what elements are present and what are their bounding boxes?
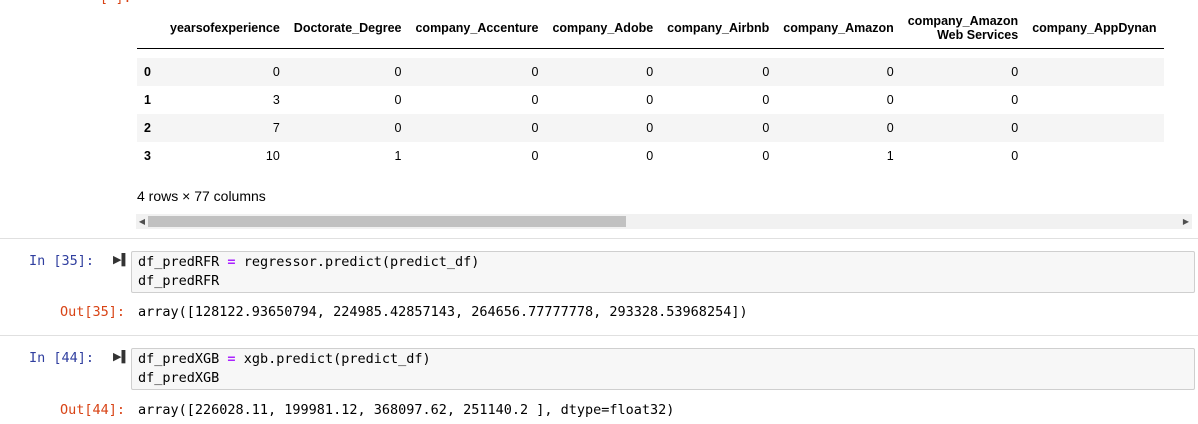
code-expression: regressor.predict(predict_df): [243, 254, 480, 270]
table-cell: 0: [1011, 120, 1019, 135]
table-cell: [1025, 114, 1163, 142]
table-cell: [1025, 86, 1163, 114]
partial-prompt: [ ]:: [100, 0, 131, 6]
table-row: 3 10 1 0 0 0 1 0: [137, 142, 1164, 170]
table-cell: 0: [531, 148, 539, 163]
table-cell: 0: [531, 92, 539, 107]
code-line: df_predXGB = xgb.predict(predict_df): [138, 350, 431, 369]
table-cell: 0: [886, 64, 894, 79]
column-header: company_Airbnb: [660, 8, 776, 49]
table-cell: 7: [272, 120, 280, 135]
table-cell: 0: [646, 92, 654, 107]
column-header: yearsofexperience: [163, 8, 287, 49]
horizontal-scrollbar[interactable]: ◀ ▶: [136, 214, 1192, 229]
table-cell: 0: [394, 92, 402, 107]
variable-name: df_predRFR: [138, 254, 220, 270]
table-cell: 0: [1011, 92, 1019, 107]
table-spacer: [137, 48, 1164, 58]
cell-separator: [0, 335, 1198, 336]
cell-output: array([226028.11, 199981.12, 368097.62, …: [138, 402, 675, 418]
column-header-text: company_Accenture: [415, 21, 539, 35]
cell-output: array([128122.93650794, 224985.42857143,…: [138, 304, 748, 320]
dataframe-header-row: yearsofexperience Doctorate_Degree company…: [137, 8, 1164, 49]
table-cell: 0: [762, 120, 770, 135]
table-cell: 0: [886, 120, 894, 135]
output-prompt: Out[35]:: [59, 304, 125, 320]
input-prompt: In [44]:: [28, 350, 94, 366]
table-cell: 0: [1011, 64, 1019, 79]
assign-operator: =: [227, 254, 236, 270]
column-header-text: Doctorate_Degree: [293, 21, 402, 35]
column-header: company_Amazon Web Services: [901, 8, 1025, 49]
table-row: 1 3 0 0 0 0 0 0: [137, 86, 1164, 114]
table-cell: 0: [762, 148, 770, 163]
table-cell: 0: [272, 64, 280, 79]
column-header-text: company_AppDynan: [1032, 21, 1157, 35]
cell-separator: [0, 238, 1198, 239]
input-prompt: In [35]:: [28, 253, 94, 269]
table-row: 0 0 0 0 0 0 0 0: [137, 57, 1164, 86]
code-input-cell[interactable]: df_predXGB = xgb.predict(predict_df) df_…: [131, 348, 1195, 390]
row-index: 3: [144, 148, 151, 163]
table-cell: 0: [531, 64, 539, 79]
variable-name: df_predXGB: [138, 351, 220, 367]
table-cell: 0: [646, 120, 654, 135]
run-cell-icon[interactable]: ▶▌: [113, 253, 129, 266]
table-cell: 10: [265, 148, 280, 163]
column-header: Doctorate_Degree: [287, 8, 409, 49]
table-cell: 0: [1011, 148, 1019, 163]
column-header-text: company_Airbnb: [667, 21, 770, 35]
code-line: df_predRFR = regressor.predict(predict_d…: [138, 253, 479, 272]
dataframe-table: yearsofexperience Doctorate_Degree company…: [137, 8, 1164, 170]
assign-operator: =: [227, 351, 236, 367]
row-index: 1: [144, 92, 151, 107]
table-cell: 3: [272, 92, 280, 107]
table-cell: 0: [886, 92, 894, 107]
scrollbar-thumb[interactable]: [148, 216, 626, 227]
run-cell-icon[interactable]: ▶▌: [113, 350, 129, 363]
index-header: [137, 8, 163, 49]
column-header: company_AppDynan: [1025, 8, 1163, 49]
code-input-cell[interactable]: df_predRFR = regressor.predict(predict_d…: [131, 251, 1195, 293]
column-header-text: company_Amazon: [907, 14, 1019, 28]
table-cell: 0: [762, 64, 770, 79]
column-header: company_Amazon: [776, 8, 900, 49]
table-cell: 1: [886, 148, 894, 163]
column-header-text: Web Services: [937, 28, 1019, 42]
table-cell: 0: [394, 120, 402, 135]
table-cell: 0: [531, 120, 539, 135]
column-header-text: company_Adobe: [552, 21, 654, 35]
table-cell: 0: [646, 148, 654, 163]
column-header: company_Accenture: [408, 8, 545, 49]
scroll-right-arrow-icon[interactable]: ▶: [1180, 214, 1192, 229]
table-cell: 0: [762, 92, 770, 107]
row-index: 2: [144, 120, 151, 135]
dataframe-output: yearsofexperience Doctorate_Degree company…: [137, 8, 1198, 183]
column-header: company_Adobe: [545, 8, 660, 49]
code-expression: xgb.predict(predict_df): [243, 351, 431, 367]
output-prompt: Out[44]:: [59, 402, 125, 418]
column-header-text: company_Amazon: [783, 21, 894, 35]
table-cell: 1: [394, 148, 402, 163]
table-cell: [1025, 58, 1163, 86]
code-line: df_predRFR: [138, 273, 220, 289]
dataframe-shape: 4 rows × 77 columns: [137, 188, 266, 204]
scroll-left-arrow-icon[interactable]: ◀: [136, 214, 148, 229]
dataframe-body: 0 0 0 0 0 0 0 0 1 3 0 0 0 0 0 0 2 7 0 0 0 0 0 0 3 10 1 0 0 0 1 0: [137, 48, 1164, 170]
table-row: 2 7 0 0 0 0 0 0: [137, 113, 1164, 142]
table-cell: [1025, 142, 1163, 170]
table-cell: 0: [646, 64, 654, 79]
row-index: 0: [144, 64, 151, 79]
table-cell: 0: [394, 64, 402, 79]
column-header-text: yearsofexperience: [170, 21, 280, 35]
code-line: df_predXGB: [138, 370, 220, 386]
